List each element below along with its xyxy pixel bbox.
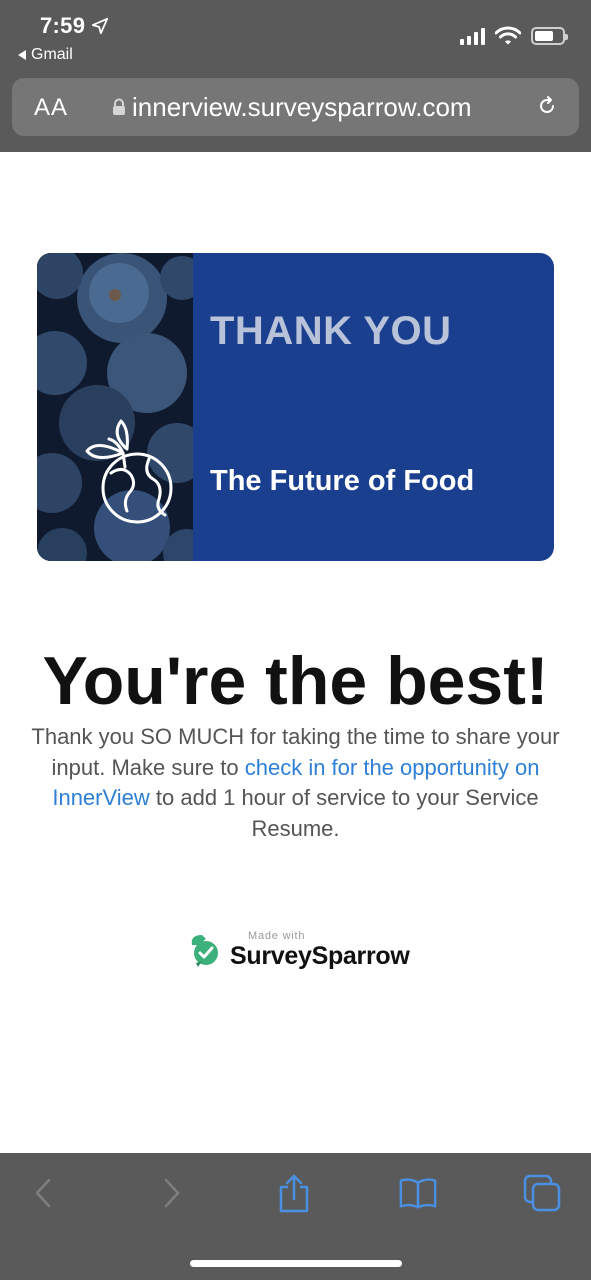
tabs-icon <box>523 1174 561 1212</box>
surveysparrow-logo <box>191 935 218 967</box>
battery-icon <box>531 27 568 45</box>
blueberries-photo <box>37 253 193 561</box>
brand-text: Made with SurveySparrow <box>230 930 410 971</box>
url-text[interactable]: innerview.surveysparrow.com <box>132 92 472 123</box>
bookmarks-button[interactable] <box>398 1173 438 1213</box>
home-indicator[interactable] <box>190 1260 402 1267</box>
status-time: 7:59 <box>40 13 109 39</box>
lock-icon <box>113 98 125 115</box>
wifi-icon <box>495 26 521 45</box>
forward-button[interactable] <box>152 1173 192 1213</box>
message-text-end: to add 1 hour of service to your Service… <box>149 785 539 841</box>
address-bar[interactable]: AA innerview.surveysparrow.com <box>12 78 579 136</box>
share-icon <box>279 1174 309 1213</box>
share-button[interactable] <box>274 1173 314 1213</box>
back-app-label: Gmail <box>31 46 73 63</box>
made-with-surveysparrow[interactable]: Made with SurveySparrow <box>188 926 410 974</box>
tabs-button[interactable] <box>522 1173 562 1213</box>
bookmarks-icon <box>399 1178 437 1209</box>
back-triangle-icon <box>18 50 26 60</box>
made-with-label: Made with <box>248 929 306 942</box>
forward-icon <box>164 1178 180 1208</box>
page-headline: You're the best! <box>42 643 549 719</box>
status-indicators <box>460 26 568 46</box>
thank-you-banner: THANK YOU The Future of Food <box>37 253 554 561</box>
banner-title: THANK YOU <box>210 309 452 353</box>
reload-icon[interactable] <box>535 94 559 118</box>
thank-you-message: Thank you SO MUCH for taking the time to… <box>30 722 561 844</box>
location-arrow-icon <box>92 17 109 35</box>
back-button[interactable] <box>23 1173 63 1213</box>
brand-name: SurveySparrow <box>230 941 410 970</box>
time-text: 7:59 <box>40 13 86 38</box>
banner-subtitle: The Future of Food <box>210 465 475 497</box>
signal-icon <box>460 27 485 45</box>
back-to-app-link[interactable]: Gmail <box>18 46 73 64</box>
text-size-button[interactable]: AA <box>34 94 68 122</box>
back-icon <box>35 1178 51 1208</box>
browser-top-chrome: 7:59 Gmail AA innerview.surveysparrow.co… <box>0 0 591 152</box>
